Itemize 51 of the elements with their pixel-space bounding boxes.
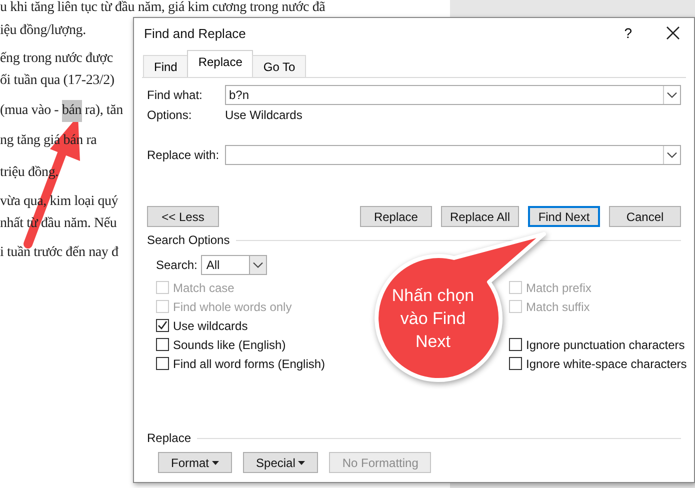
checkbox-label: Use wildcards	[173, 318, 248, 332]
document-text: ối tuần qua (17-23/2)	[0, 72, 114, 90]
document-text: i tuần trước đến nay đ	[0, 244, 118, 262]
caret-icon	[212, 460, 220, 464]
tab[interactable]: Go To	[252, 55, 306, 77]
document-text: (mua vào -	[0, 102, 60, 120]
field-label: Replace with:	[147, 148, 220, 162]
field-label: Options:	[147, 108, 193, 122]
search-dropdown[interactable]: All	[201, 255, 268, 275]
dropdown-icon[interactable]	[663, 86, 680, 104]
tab[interactable]: Find	[143, 55, 188, 77]
dialog-button[interactable]: Format	[158, 452, 232, 473]
checkbox[interactable]	[156, 338, 169, 351]
checkbox-label: Match suffix	[526, 300, 590, 314]
checkbox[interactable]	[156, 357, 169, 370]
close-icon[interactable]	[666, 26, 680, 40]
document-text: ra), tăn	[84, 102, 123, 120]
document-text: ếng trong nước được	[0, 50, 113, 68]
checkbox[interactable]	[509, 357, 522, 370]
tab[interactable]: Replace	[187, 50, 254, 77]
options-value: Use Wildcards	[225, 108, 302, 122]
dialog-button[interactable]: Find Next	[528, 206, 600, 227]
dialog-button[interactable]: << Less	[147, 206, 219, 227]
dialog-button[interactable]: Replace All	[440, 206, 519, 227]
callout-text: Nhấn chọn vào Find Next	[390, 285, 476, 353]
checkbox-label: Ignore white-space characters	[526, 356, 687, 370]
checkbox[interactable]	[509, 338, 522, 351]
dialog-title: Find and Replace	[144, 26, 247, 40]
checkbox-label: Ignore punctuation characters	[526, 338, 685, 352]
caret-icon	[298, 460, 306, 464]
find-what-field[interactable]: b?n	[225, 85, 681, 105]
document-text: bán	[62, 100, 82, 122]
dialog-button[interactable]: Replace	[360, 206, 432, 227]
dialog-button[interactable]: Special	[243, 452, 318, 473]
group-title: Replace	[147, 431, 192, 445]
checkbox-label: Find all word forms (English)	[173, 356, 326, 370]
document-text: u khi tăng liên tục từ đầu năm, giá kim cương trong nước đã	[0, 0, 326, 16]
field-label: Search:	[156, 258, 198, 272]
checkbox-label: Match case	[173, 280, 234, 294]
checkbox[interactable]	[156, 319, 169, 332]
field-label: Find what:	[147, 88, 204, 102]
help-button[interactable]: ?	[624, 25, 632, 41]
replace-with-field[interactable]	[225, 145, 681, 165]
checkbox-label: Sounds like (English)	[173, 338, 286, 352]
dropdown-icon[interactable]	[249, 256, 266, 274]
document-text: iệu đồng/lượng.	[0, 22, 86, 40]
checkbox-label: Match prefix	[526, 280, 592, 294]
dialog-button[interactable]: Cancel	[609, 206, 681, 227]
dropdown-icon[interactable]	[663, 146, 680, 164]
checkbox-label: Find whole words only	[173, 300, 292, 314]
group-title: Search Options	[147, 233, 230, 247]
